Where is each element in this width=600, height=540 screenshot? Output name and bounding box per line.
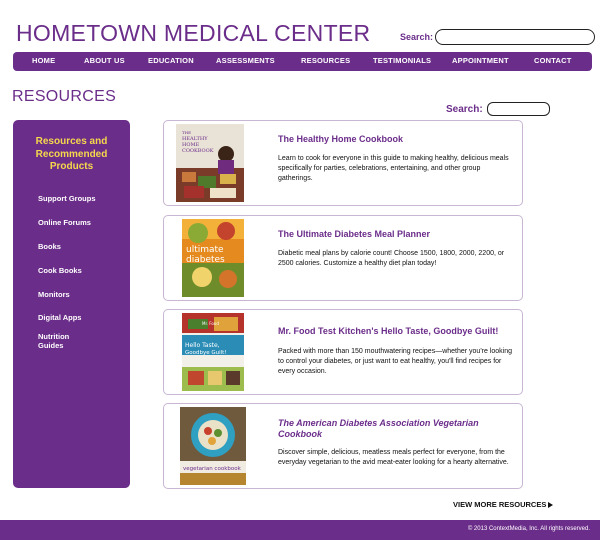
book-cover-hello-taste-goodbye-guilt[interactable]: Mr. Food Hello Taste, Goodbye Guilt! xyxy=(182,313,244,391)
cover-text: COOKBOOK xyxy=(182,148,214,154)
cover-text: ultimate xyxy=(186,245,224,255)
header-search-input[interactable] xyxy=(435,29,596,45)
sidebar-heading-line: Products xyxy=(49,161,94,172)
product-title[interactable]: Mr. Food Test Kitchen's Hello Taste, Goo… xyxy=(278,326,513,336)
book-cover-vegetarian-cookbook[interactable]: vegetarian cookbook xyxy=(180,407,246,485)
resources-search-input[interactable] xyxy=(486,102,550,116)
cover-text: diabetes xyxy=(186,255,225,265)
book-cover-healthy-home-cookbook[interactable]: THE HEALTHY HOME COOKBOOK xyxy=(176,124,244,202)
view-more-resources-link[interactable]: VIEW MORE RESOURCES xyxy=(453,500,554,509)
footer: © 2013 ContextMedia, Inc. All rights res… xyxy=(0,520,600,540)
cover-text: Goodbye Guilt! xyxy=(185,350,227,356)
nav-assessments[interactable]: ASSESSMENTS xyxy=(216,56,275,65)
product-description: Diabetic meal plans by calorie count! Ch… xyxy=(278,250,505,267)
sidebar-item-digital-apps[interactable]: Digital Apps xyxy=(38,313,123,322)
product-card: Mr. Food Hello Taste, Goodbye Guilt! Mr.… xyxy=(163,309,523,395)
nav-resources[interactable]: RESOURCES xyxy=(301,56,350,65)
sidebar-item-online-forums[interactable]: Online Forums xyxy=(38,218,123,227)
site-title: HOMETOWN MEDICAL CENTER xyxy=(16,20,371,46)
header-search-label: Search: xyxy=(400,32,434,42)
sidebar-item-books[interactable]: Books xyxy=(38,242,123,251)
product-title[interactable]: The American Diabetes Association Vegeta… xyxy=(278,418,488,441)
resources-search: Search: xyxy=(446,102,550,116)
product-title[interactable]: The Healthy Home Cookbook xyxy=(278,134,513,144)
product-description: Packed with more than 150 mouthwatering … xyxy=(278,348,513,375)
product-card: ultimate diabetes The Ultimate Diabetes … xyxy=(163,215,523,301)
sidebar-heading-line: Resources and xyxy=(35,136,108,147)
header-search: Search: xyxy=(400,29,596,45)
cover-text: THE xyxy=(182,130,191,135)
sidebar-item-nutrition-guides[interactable]: Nutrition Guides xyxy=(38,332,88,351)
nav-testimonials[interactable]: TESTIMONIALS xyxy=(373,56,431,65)
sidebar-heading: Resources and Recommended Products xyxy=(13,136,130,174)
cover-text: Hello Taste, xyxy=(185,342,220,349)
copyright-text: © 2013 ContextMedia, Inc. All rights res… xyxy=(467,526,590,532)
view-more-label: VIEW MORE RESOURCES xyxy=(453,500,547,509)
sidebar-item-monitors[interactable]: Monitors xyxy=(38,290,123,299)
product-description: Learn to cook for everyone in this guide… xyxy=(278,155,509,182)
nav-contact[interactable]: CONTACT xyxy=(534,56,572,65)
product-card: vegetarian cookbook The American Diabete… xyxy=(163,403,523,489)
book-cover-ultimate-diabetes-meal-planner[interactable]: ultimate diabetes xyxy=(182,219,244,297)
product-title[interactable]: The Ultimate Diabetes Meal Planner xyxy=(278,229,513,239)
page-title: RESOURCES xyxy=(12,88,117,105)
cover-text: vegetarian cookbook xyxy=(183,466,242,472)
nav-education[interactable]: EDUCATION xyxy=(148,56,194,65)
resources-sidebar: Resources and Recommended Products Suppo… xyxy=(13,120,130,488)
resources-search-label: Search: xyxy=(446,103,483,115)
sidebar-item-cook-books[interactable]: Cook Books xyxy=(38,266,123,275)
nav-about-us[interactable]: ABOUT US xyxy=(84,56,125,65)
arrow-right-icon xyxy=(548,501,554,508)
sidebar-item-support-groups[interactable]: Support Groups xyxy=(38,194,123,203)
product-card: THE HEALTHY HOME COOKBOOK The Healthy Ho… xyxy=(163,120,523,206)
sidebar-heading-line: Recommended xyxy=(35,148,108,160)
main-nav: HOME ABOUT US EDUCATION ASSESSMENTS RESO… xyxy=(13,52,592,71)
cover-text: Mr. Food xyxy=(202,321,219,326)
product-description: Discover simple, delicious, meatless mea… xyxy=(278,449,509,466)
nav-appointment[interactable]: APPOINTMENT xyxy=(452,56,509,65)
nav-home[interactable]: HOME xyxy=(32,56,55,65)
